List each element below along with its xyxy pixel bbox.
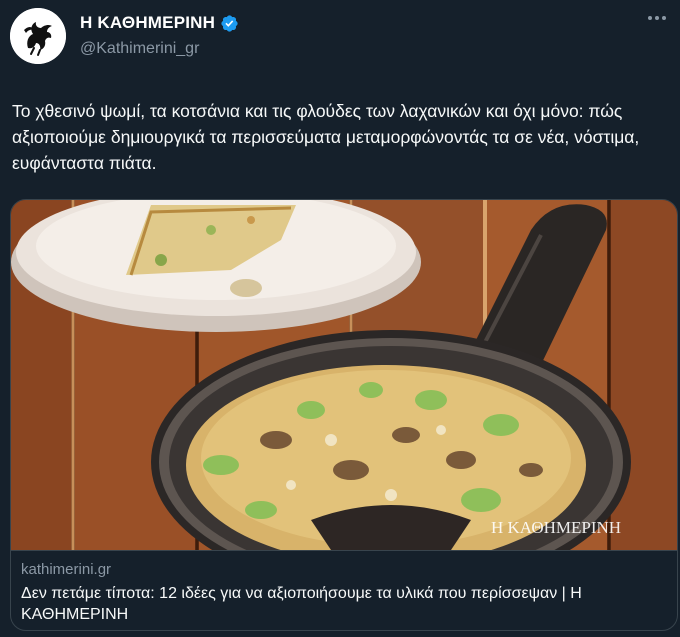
tweet-text: Το χθεσινό ψωμί, τα κοτσάνια και τις φλο…: [12, 101, 640, 173]
link-card-title[interactable]: Δεν πετάμε τίποτα: 12 ιδέες για να αξιοπ…: [21, 583, 661, 625]
link-card-domain: kathimerini.gr: [21, 561, 112, 578]
more-options-icon[interactable]: [648, 16, 666, 20]
griffin-logo-icon: [10, 8, 66, 64]
author-avatar[interactable]: [10, 8, 66, 64]
author-handle[interactable]: @Kathimerini_gr: [80, 40, 199, 58]
verified-badge-icon: [221, 14, 238, 32]
image-watermark: Η ΚΑΘΗΜΕΡΙΝΗ: [491, 518, 621, 537]
link-card[interactable]: Η ΚΑΘΗΜΕΡΙΝΗ kathimerini.gr Δεν πετάμε τ…: [10, 199, 678, 631]
author-display-name[interactable]: Η ΚΑΘΗΜΕΡΙΝΗ: [80, 13, 215, 33]
link-card-image[interactable]: Η ΚΑΘΗΜΕΡΙΝΗ: [11, 200, 677, 550]
author-name-row[interactable]: Η ΚΑΘΗΜΕΡΙΝΗ: [80, 13, 239, 33]
link-card-meta[interactable]: kathimerini.gr Δεν πετάμε τίποτα: 12 ιδέ…: [11, 550, 677, 630]
